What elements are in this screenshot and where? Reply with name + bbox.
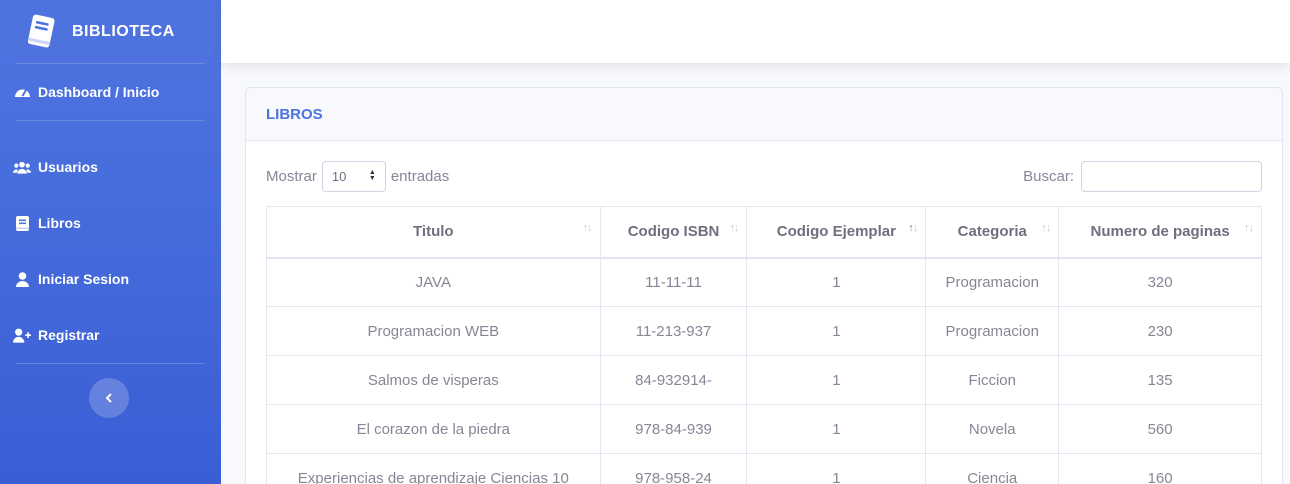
entries-select[interactable]: 10 ▲ ▼ <box>321 160 386 192</box>
user-icon <box>13 271 31 287</box>
cell-ejemplar: 1 <box>746 404 927 454</box>
sort-icon: ↑↓ <box>1244 222 1254 234</box>
book-icon <box>13 215 31 231</box>
sidebar-item-label: Registrar <box>38 327 100 343</box>
cell-paginas: 230 <box>1058 306 1262 356</box>
sort-icon: ↑↓ <box>1041 222 1051 234</box>
user-plus-icon <box>13 327 31 343</box>
table-row: Salmos de visperas 84-932914- 1 Ficcion … <box>266 355 1262 405</box>
dashboard-icon <box>13 84 31 100</box>
sidebar-item-label: Dashboard / Inicio <box>38 84 160 100</box>
search-label: Buscar: <box>1023 167 1074 185</box>
book-logo-icon <box>27 14 55 47</box>
column-header-codigo-ejemplar[interactable]: Codigo Ejemplar ↑↓ <box>746 206 927 259</box>
column-header-numero-paginas[interactable]: Numero de paginas ↑↓ <box>1058 206 1262 259</box>
sidebar-item-usuarios[interactable]: Usuarios <box>0 139 221 195</box>
brand[interactable]: BIBLIOTECA <box>0 0 221 63</box>
cell-paginas: 160 <box>1058 453 1262 484</box>
entries-select-value: 10 <box>331 168 347 184</box>
sort-icon: ↑↓ <box>582 222 593 234</box>
books-table: Titulo ↑↓ Codigo ISBN ↑↓ Codigo Ejemplar ↑↓… <box>266 206 1262 484</box>
card-header: LIBROS <box>246 88 1282 141</box>
column-header-label: Categoria <box>957 223 1027 241</box>
search-input[interactable] <box>1081 160 1262 192</box>
sidebar-item-iniciar-sesion[interactable]: Iniciar Sesion <box>0 251 221 307</box>
card-title: LIBROS <box>266 105 323 123</box>
sort-icon: ↑↓ <box>729 222 739 234</box>
chevron-left-icon <box>105 393 112 403</box>
sidebar-item-label: Usuarios <box>38 159 98 175</box>
column-header-label: Titulo <box>413 223 454 241</box>
cell-ejemplar: 1 <box>746 306 927 356</box>
column-header-label: Codigo ISBN <box>627 223 720 241</box>
column-header-label: Numero de paginas <box>1090 223 1230 241</box>
sidebar-item-dashboard[interactable]: Dashboard / Inicio <box>0 64 221 120</box>
users-icon <box>13 159 31 175</box>
column-header-categoria[interactable]: Categoria ↑↓ <box>925 206 1060 259</box>
sidebar-toggle-button[interactable] <box>89 378 129 418</box>
table-row: Experiencias de aprendizaje Ciencias 10 … <box>266 453 1262 484</box>
length-suffix: entradas <box>390 167 450 185</box>
cell-paginas: 135 <box>1058 355 1262 405</box>
brand-title: BIBLIOTECA <box>72 22 175 40</box>
cell-titulo: El corazon de la piedra <box>266 404 601 454</box>
cell-categoria: Novela <box>925 404 1060 454</box>
length-control: Mostrar 10 ▲ ▼ entradas <box>266 160 449 192</box>
libros-card: LIBROS Mostrar 10 ▲ ▼ entradas Buscar: Ti… <box>245 87 1283 484</box>
cell-isbn: 978-958-24 <box>599 453 748 484</box>
cell-ejemplar: 1 <box>746 257 927 307</box>
search-control: Buscar: <box>1023 160 1262 192</box>
table-header-row: Titulo ↑↓ Codigo ISBN ↑↓ Codigo Ejemplar ↑↓… <box>266 206 1262 259</box>
cell-titulo: Experiencias de aprendizaje Ciencias 10 <box>266 453 601 484</box>
table-row: El corazon de la piedra 978-84-939 1 Nov… <box>266 404 1262 454</box>
cell-paginas: 320 <box>1058 257 1262 307</box>
topbar <box>221 0 1290 63</box>
length-prefix: Mostrar <box>266 167 317 185</box>
cell-titulo: Programacion WEB <box>266 306 601 356</box>
cell-titulo: Salmos de visperas <box>266 355 601 405</box>
sidebar-item-label: Iniciar Sesion <box>38 271 130 287</box>
table-controls: Mostrar 10 ▲ ▼ entradas Buscar: <box>266 160 1262 192</box>
cell-categoria: Programacion <box>925 306 1060 356</box>
cell-categoria: Ciencia <box>925 453 1060 484</box>
sidebar-item-label: Libros <box>38 215 81 231</box>
cell-ejemplar: 1 <box>746 453 927 484</box>
column-header-titulo[interactable]: Titulo ↑↓ <box>266 206 601 259</box>
sidebar-divider <box>16 363 205 364</box>
sidebar: BIBLIOTECA Dashboard / Inicio Usuarios L… <box>0 0 221 484</box>
cell-titulo: JAVA <box>266 257 601 307</box>
cell-paginas: 560 <box>1058 404 1262 454</box>
sidebar-item-libros[interactable]: Libros <box>0 195 221 251</box>
sidebar-item-registrar[interactable]: Registrar <box>0 307 221 363</box>
cell-ejemplar: 1 <box>746 355 927 405</box>
cell-isbn: 11-11-11 <box>599 257 748 307</box>
column-header-codigo-isbn[interactable]: Codigo ISBN ↑↓ <box>599 206 748 259</box>
select-arrows-icon: ▲ ▼ <box>368 169 376 182</box>
cell-isbn: 978-84-939 <box>599 404 748 454</box>
cell-categoria: Programacion <box>925 257 1060 307</box>
table-row: JAVA 11-11-11 1 Programacion 320 <box>266 257 1262 307</box>
cell-categoria: Ficcion <box>925 355 1060 405</box>
table-row: Programacion WEB 11-213-937 1 Programaci… <box>266 306 1262 356</box>
sort-ascending-icon: ↑↓ <box>908 222 918 234</box>
cell-isbn: 11-213-937 <box>599 306 748 356</box>
column-header-label: Codigo Ejemplar <box>776 223 896 241</box>
cell-isbn: 84-932914- <box>599 355 748 405</box>
